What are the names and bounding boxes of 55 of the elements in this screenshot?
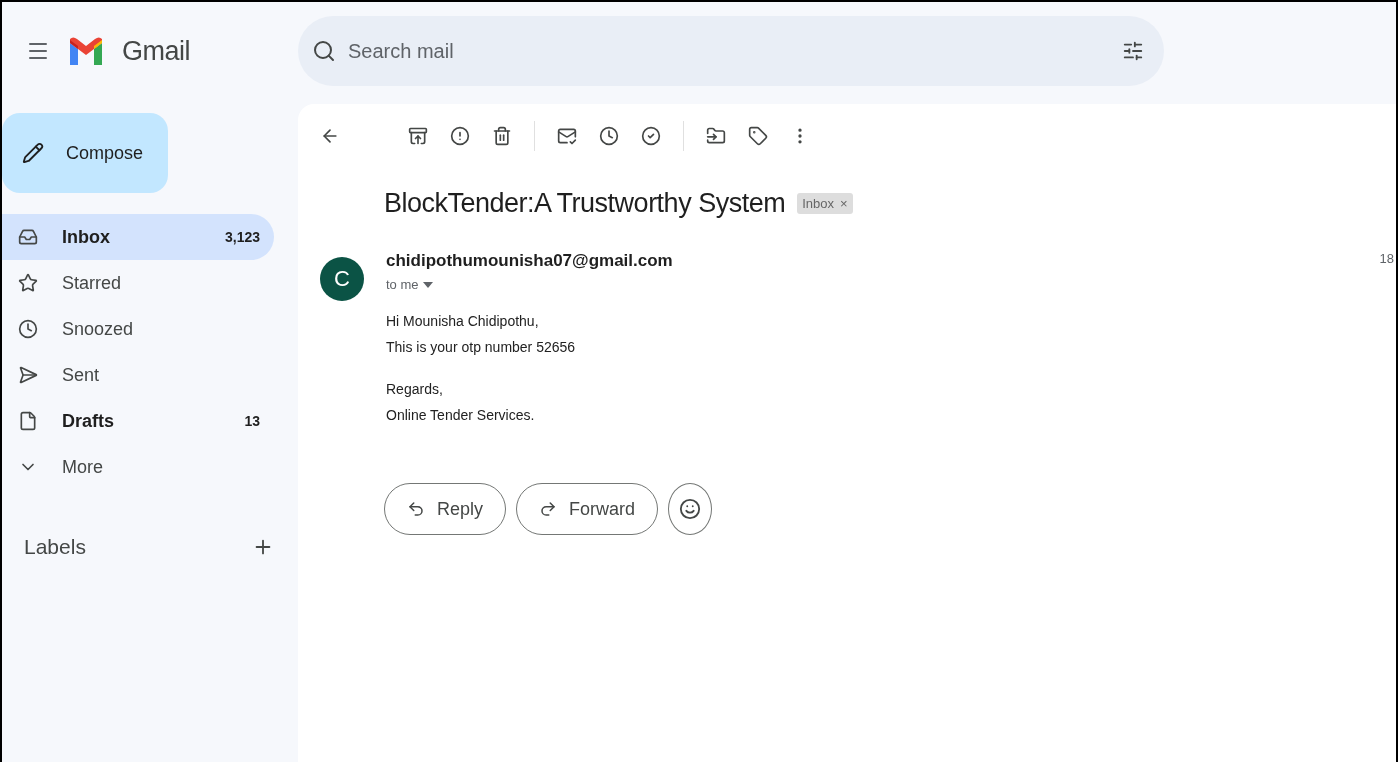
recipient-text: to me	[386, 277, 419, 292]
body-line: This is your otp number 52656	[386, 339, 577, 355]
labels-heading: Labels	[24, 535, 86, 559]
nav-label: Inbox	[62, 226, 111, 248]
compose-button[interactable]: Compose	[2, 113, 168, 193]
search-field[interactable]: Search mail	[346, 38, 1112, 64]
nav-label: Sent	[62, 364, 101, 386]
filter-sliders-icon[interactable]	[1122, 40, 1144, 62]
nav-item[interactable]: Drafts 13	[2, 398, 274, 444]
star-icon	[18, 273, 38, 293]
nav-item[interactable]: More	[2, 444, 274, 490]
tag-icon[interactable]	[748, 126, 768, 146]
clock-icon[interactable]	[599, 126, 619, 146]
reply-arrow-icon	[407, 500, 425, 518]
nav-item[interactable]: Snoozed	[2, 306, 274, 352]
body-line: Regards,	[386, 381, 444, 397]
reply-button[interactable]: Reply	[384, 483, 507, 535]
sender-avatar: C	[320, 257, 364, 301]
nav-count: 13	[244, 413, 260, 429]
trash-icon[interactable]	[492, 126, 512, 146]
body-line: Hi Mounisha Chidipothu,	[386, 313, 540, 329]
inbox-icon	[18, 227, 38, 247]
forward-arrow-icon	[539, 500, 558, 518]
nav-label: More	[62, 456, 104, 478]
nav-label: Starred	[62, 272, 123, 294]
send-icon	[18, 365, 38, 385]
nav-item[interactable]: Inbox 3,123	[2, 214, 274, 260]
dropdown-caret-icon[interactable]	[422, 281, 433, 288]
pencil-icon	[22, 142, 44, 164]
emoji-reaction-button[interactable]	[668, 483, 713, 535]
nav-item[interactable]: Starred	[2, 260, 274, 306]
inbox-tag[interactable]: Inbox ×	[797, 193, 853, 214]
message-time: 18	[1379, 251, 1395, 268]
app-name: Gmail	[122, 35, 190, 67]
mail-icon[interactable]	[557, 126, 577, 146]
gmail-logo-icon	[68, 37, 104, 65]
report-spam-icon[interactable]	[450, 126, 470, 146]
nav-label: Drafts	[62, 410, 115, 432]
check-circle-icon[interactable]	[641, 126, 661, 146]
nav-label: Snoozed	[62, 318, 135, 340]
email-subject: BlockTender:A Trustworthy System	[384, 188, 786, 219]
nav-count: 3,123	[224, 229, 260, 245]
search-bar[interactable]: Search mail	[298, 16, 1164, 86]
folder-icon[interactable]	[706, 126, 726, 146]
nav-item[interactable]: Sent	[2, 352, 274, 398]
file-icon	[18, 411, 38, 431]
archive-icon[interactable]	[408, 126, 428, 146]
clock-icon	[18, 319, 38, 339]
tag-label: Inbox	[802, 196, 834, 211]
sender-email: chidipothumounisha07@gmail.com	[386, 251, 674, 271]
forward-button[interactable]: Forward	[516, 483, 659, 535]
smiley-icon	[679, 498, 702, 520]
body-line: Online Tender Services.	[386, 407, 536, 423]
tag-remove[interactable]: ×	[839, 196, 848, 211]
search-icon[interactable]	[312, 39, 336, 63]
